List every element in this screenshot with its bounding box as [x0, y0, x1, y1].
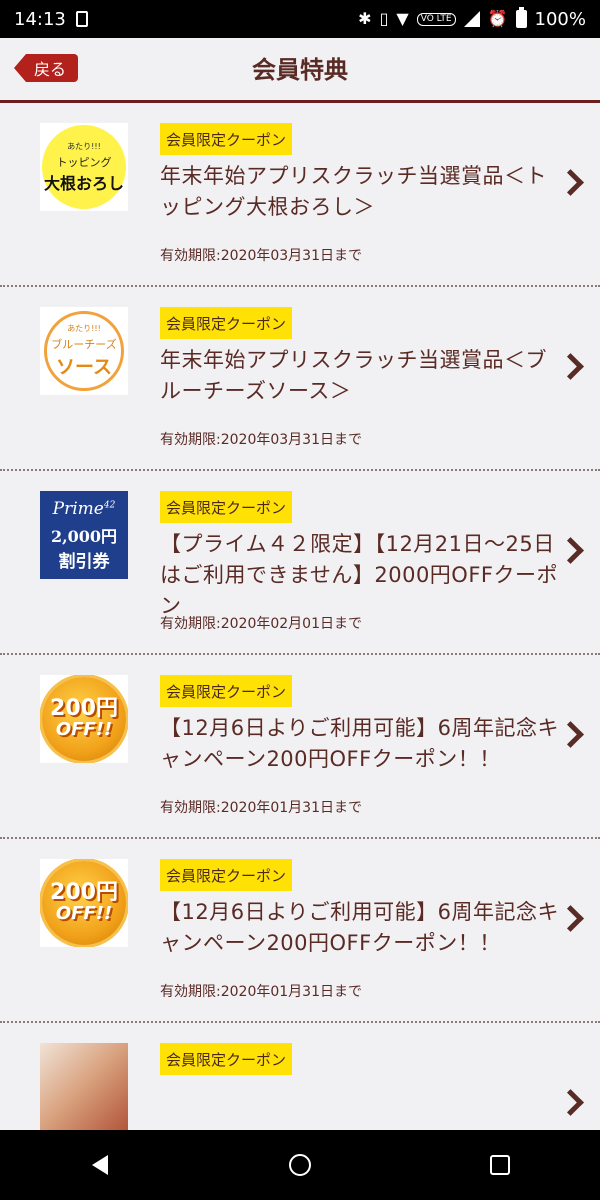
coupon-title: 【プライム４２限定】【12月21日～25日はご利用できません】2000円OFFク… [160, 532, 558, 618]
nav-back-button[interactable] [80, 1145, 120, 1185]
coupon-expiry: 有効期限:2020年03月31日まで [160, 432, 362, 448]
coupon-thumbnail: 200円 OFF!! [40, 859, 128, 947]
recents-square-icon [490, 1155, 510, 1175]
status-bar: 14:13 ✱ ▯ ▼ VO LTE ⏰ 100% [0, 0, 600, 38]
coupon-thumbnail: あたり!!! ブルーチーズ ソース [40, 307, 128, 395]
thumb-small-text: あたり!!! [67, 324, 101, 333]
thumb-off: OFF!! [55, 719, 113, 741]
page-title: 会員特典 [252, 56, 348, 84]
signal-icon [463, 11, 480, 27]
nav-recents-button[interactable] [480, 1145, 520, 1185]
coupon-expiry: 有効期限:2020年01月31日まで [160, 984, 362, 1000]
home-circle-icon [289, 1154, 311, 1176]
nav-home-button[interactable] [280, 1145, 320, 1185]
thumb-small-text: あたり!!! [67, 141, 101, 151]
coupon-item[interactable]: 200円 OFF!! 会員限定クーポン 【12月6日よりご利用可能】6周年記念キ… [0, 655, 600, 839]
coupon-item[interactable]: Prime42 2,000円 割引券 会員限定クーポン 【プライム４２限定】【1… [0, 471, 600, 655]
coupon-item[interactable]: あたり!!! トッピング 大根おろし 会員限定クーポン 年末年始アプリスクラッチ… [0, 103, 600, 287]
volte-icon: VO LTE [416, 12, 456, 26]
member-tag: 会員限定クーポン [160, 491, 293, 523]
status-time: 14:13 [14, 8, 66, 30]
battery-percent: 100% [534, 8, 586, 30]
thumb-big-text: 大根おろし [43, 173, 124, 193]
thumb-amount: 2,000円 [50, 526, 118, 546]
coupon-list: あたり!!! トッピング 大根おろし 会員限定クーポン 年末年始アプリスクラッチ… [0, 103, 600, 1130]
wifi-icon: ▼ [396, 9, 409, 28]
thumb-mid-text: トッピング [56, 155, 112, 169]
coupon-thumbnail [40, 1043, 128, 1130]
member-tag: 会員限定クーポン [160, 859, 293, 891]
thumb-price: 200円 [50, 696, 118, 722]
system-nav-bar [0, 1130, 600, 1200]
thumb-mid-text: ブルーチーズ [51, 338, 117, 351]
member-tag: 会員限定クーポン [160, 1043, 293, 1075]
member-tag: 会員限定クーポン [160, 123, 293, 155]
coupon-title: 年末年始アプリスクラッチ当選賞品＜ブルーチーズソース＞ [160, 348, 547, 403]
thumb-brand-num: 42 [103, 499, 116, 510]
food-photo [40, 1043, 128, 1130]
coupon-item[interactable]: 会員限定クーポン [0, 1023, 600, 1130]
coupon-title: 【12月6日よりご利用可能】6周年記念キャンペーン200円OFFクーポン！！ [160, 900, 560, 955]
chevron-right-icon [557, 1089, 584, 1116]
thumb-discount: 割引券 [58, 551, 110, 572]
thumb-price: 200円 [50, 880, 118, 906]
coupon-item[interactable]: あたり!!! ブルーチーズ ソース 会員限定クーポン 年末年始アプリスクラッチ当… [0, 287, 600, 471]
member-tag: 会員限定クーポン [160, 307, 293, 339]
alarm-icon: ⏰ [487, 9, 508, 28]
coupon-title: 年末年始アプリスクラッチ当選賞品＜トッピング大根おろし＞ [160, 164, 547, 219]
vibrate-icon: ▯ [379, 9, 389, 28]
coupon-thumbnail: あたり!!! トッピング 大根おろし [40, 123, 128, 211]
member-tag: 会員限定クーポン [160, 675, 293, 707]
coupon-expiry: 有効期限:2020年02月01日まで [160, 616, 362, 632]
coupon-thumbnail: Prime42 2,000円 割引券 [40, 491, 128, 579]
coupon-thumbnail: 200円 OFF!! [40, 675, 128, 763]
coupon-item[interactable]: 200円 OFF!! 会員限定クーポン 【12月6日よりご利用可能】6周年記念キ… [0, 839, 600, 1023]
bluetooth-icon: ✱ [358, 9, 372, 28]
clipboard-icon [75, 11, 88, 27]
status-icons: ✱ ▯ ▼ VO LTE ⏰ 100% [358, 7, 586, 30]
app-header: 戻る 会員特典 [0, 38, 600, 103]
coupon-expiry: 有効期限:2020年03月31日まで [160, 248, 362, 264]
coupon-expiry: 有効期限:2020年01月31日まで [160, 800, 362, 816]
thumb-off: OFF!! [55, 903, 113, 925]
thumb-brand: Prime [52, 498, 104, 519]
coupon-title: 【12月6日よりご利用可能】6周年記念キャンペーン200円OFFクーポン！！ [160, 716, 560, 771]
back-triangle-icon [92, 1155, 108, 1175]
battery-icon [515, 7, 527, 28]
thumb-big-text: ソース [55, 356, 113, 378]
